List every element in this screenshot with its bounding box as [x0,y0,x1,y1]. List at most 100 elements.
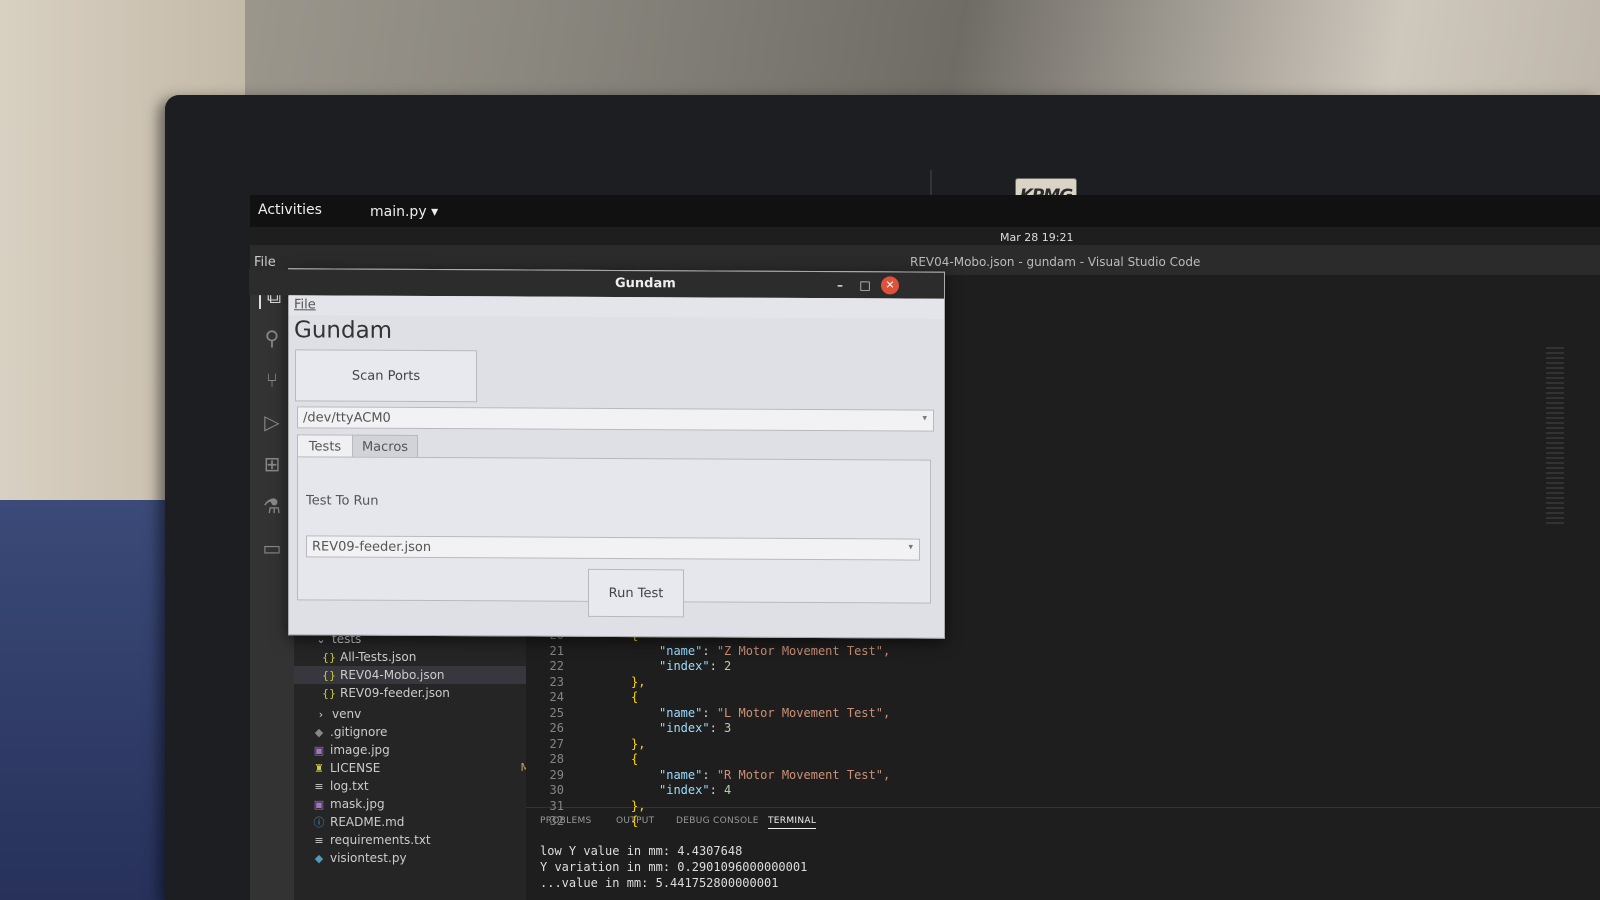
run-debug-icon[interactable]: ▷ [259,409,285,435]
tree-file[interactable]: ≡ requirements.txt [294,831,544,849]
image-icon: ▣ [313,798,325,811]
chevron-right-icon: › [318,708,324,721]
line-number: 26 [549,721,564,735]
line-number: 23 [549,674,564,689]
tree-file[interactable]: ▣ image.jpg [294,741,544,759]
close-icon[interactable]: ✕ [881,276,899,295]
gundam-heading: Gundam [294,317,393,344]
gnome-top-bar: Activities main.py ▾ [250,195,1600,227]
line-number: 32 [549,814,564,828]
gundam-menubar: File [289,295,944,319]
gundam-title-bar[interactable]: Gundam – □ ✕ [249,269,944,299]
app-menu[interactable]: main.py ▾ [370,204,438,220]
code-line: 30 "index": 4 [526,782,1226,798]
line-number: 31 [549,798,564,813]
terminal-line: Y variation in mm: 0.2901096000000001 [540,860,808,874]
tree-label: README.md [330,815,405,829]
line-number: 30 [549,783,564,797]
code-line: 21 "name": "Z Motor Movement Test", [526,643,1226,659]
terminal-line: low Y value in mm: 4.4307648 [540,844,743,858]
code-text: "index": 2 [659,659,732,673]
code-line: 24 { [526,689,1226,705]
app-menu-label: main.py [370,204,427,220]
code-line: 22 "index": 2 [526,658,1226,674]
tree-file[interactable]: ♜LICENSE M [294,759,544,777]
code-text: { [631,752,639,766]
json-icon: {} [322,669,336,682]
code-line: 26 "index": 3 [526,720,1226,736]
license-icon: ♜ [314,762,324,775]
gundam-window-title: Gundam [615,275,676,292]
testing-icon[interactable]: ⚗ [259,493,285,519]
tree-file[interactable]: ▣ mask.jpg [294,795,544,813]
scan-ports-button[interactable]: Scan Ports [295,349,477,403]
tree-label: visiontest.py [330,851,407,865]
minimap[interactable] [1546,347,1564,527]
code-text: "name": "R Motor Movement Test", [659,767,891,782]
tab-macros[interactable]: Macros [352,434,418,458]
test-select-value: REV09-feeder.json [312,539,432,556]
tree-label: venv [332,707,362,721]
json-icon: {} [322,651,336,664]
extensions-icon[interactable]: ⊞ [259,451,285,477]
terminal-line: ...value in mm: 5.441752800000001 [540,876,779,890]
minimize-icon[interactable]: – [831,276,849,294]
line-number: 28 [549,752,564,766]
python-icon: ◆ [314,852,324,865]
git-icon: ◆ [314,726,324,739]
tab-tests[interactable]: Tests [297,434,353,458]
chevron-down-icon: ▾ [908,542,913,553]
tree-label: LICENSE [330,761,381,775]
tree-label: requirements.txt [330,833,431,847]
tree-label: REV04-Mobo.json [340,668,445,682]
tree-file-selected[interactable]: {} REV04-Mobo.json [294,666,554,684]
port-select[interactable]: /dev/ttyACM0 ▾ [297,406,934,432]
tree-label: All-Tests.json [340,650,417,664]
tree-file[interactable]: ⓘ README.md [294,813,544,831]
code-line: 27}, [526,736,1226,752]
tree-file[interactable]: ◆ visiontest.py [294,849,544,867]
tree-label: log.txt [330,779,369,793]
run-test-button[interactable]: Run Test [588,568,684,618]
tree-label: mask.jpg [330,797,385,811]
chevron-down-icon: ▾ [922,413,927,424]
activities-button[interactable]: Activities [258,202,322,218]
tests-tab-pane: Test To Run REV09-feeder.json ▾ Run Test [297,456,931,618]
source-control-icon[interactable]: ⑂ [259,367,285,393]
code-line: 23}, [526,674,1226,690]
code-text: "name": "L Motor Movement Test", [659,705,891,720]
tree-file[interactable]: {} All-Tests.json [294,648,554,666]
vscode-file-menu[interactable]: File [254,255,276,270]
code-text: }, [631,736,646,751]
search-icon[interactable]: ⚲ [259,325,285,351]
image-icon: ▣ [313,744,325,757]
code-line: 32 { [526,813,1226,829]
line-number: 25 [549,705,564,720]
tree-label: REV09-feeder.json [340,686,450,700]
test-select[interactable]: REV09-feeder.json ▾ [306,535,920,561]
line-number: 22 [549,659,564,673]
notebook-icon[interactable]: ▭ [259,535,285,561]
code-text: "name": "Z Motor Movement Test", [659,643,891,658]
maximize-icon[interactable]: □ [856,276,874,294]
tree-file[interactable]: ◆ .gitignore [294,723,544,741]
line-number: 21 [549,643,564,658]
tree-file[interactable]: ≡ log.txt [294,777,544,795]
code-text: "index": 3 [659,721,732,735]
tree-folder-venv[interactable]: › venv [294,705,546,723]
line-number: 27 [549,736,564,751]
code-text: "index": 4 [659,783,732,797]
vscode-window-title: REV04-Mobo.json - gundam - Visual Studio… [910,255,1201,269]
code-text: }, [631,674,646,689]
code-line: 29 "name": "R Motor Movement Test", [526,767,1226,783]
chevron-down-icon: ▾ [431,204,439,220]
code-line: 31}, [526,798,1226,814]
text-file-icon: ≡ [314,834,324,847]
gundam-file-menu[interactable]: File [294,297,316,312]
clock[interactable]: Mar 28 19:21 [1000,231,1073,244]
code-line: 25 "name": "L Motor Movement Test", [526,705,1226,721]
test-to-run-label: Test To Run [306,493,379,509]
line-number: 24 [549,690,564,704]
tree-file[interactable]: {} REV09-feeder.json [294,684,554,702]
code-line: 28 { [526,751,1226,767]
